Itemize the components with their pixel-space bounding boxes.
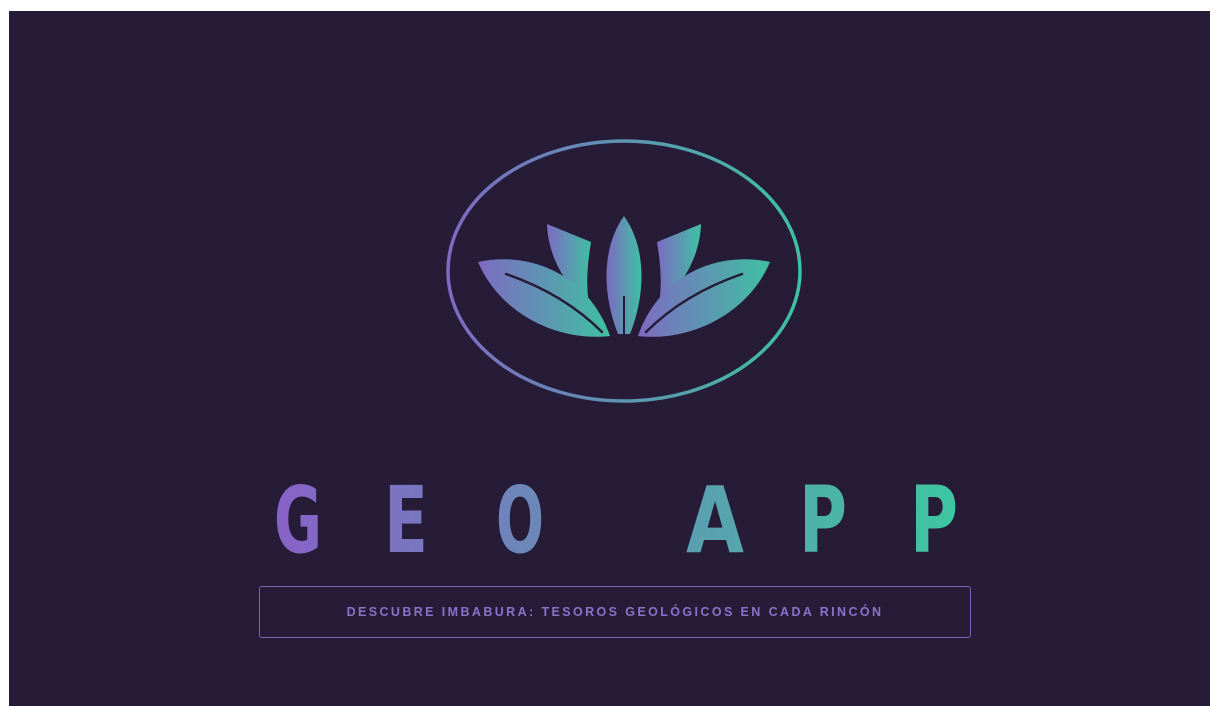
- app-title: G E O A P P: [274, 467, 958, 574]
- title-letter: G: [274, 467, 322, 574]
- title-letter: E: [384, 467, 428, 574]
- tagline: DESCUBRE IMBABURA: TESOROS GEOLÓGICOS EN…: [346, 605, 884, 619]
- logo: [446, 139, 802, 403]
- tagline-box: DESCUBRE IMBABURA: TESOROS GEOLÓGICOS EN…: [259, 586, 971, 638]
- splash-screen: G E O A P P DESCUBRE IMBABURA: TESOROS G…: [9, 11, 1210, 706]
- title-letter: P: [910, 467, 958, 574]
- title-letter: P: [799, 467, 847, 574]
- title-letter: O: [496, 467, 544, 574]
- lotus-icon: [478, 216, 770, 337]
- title-letter: A: [686, 467, 744, 574]
